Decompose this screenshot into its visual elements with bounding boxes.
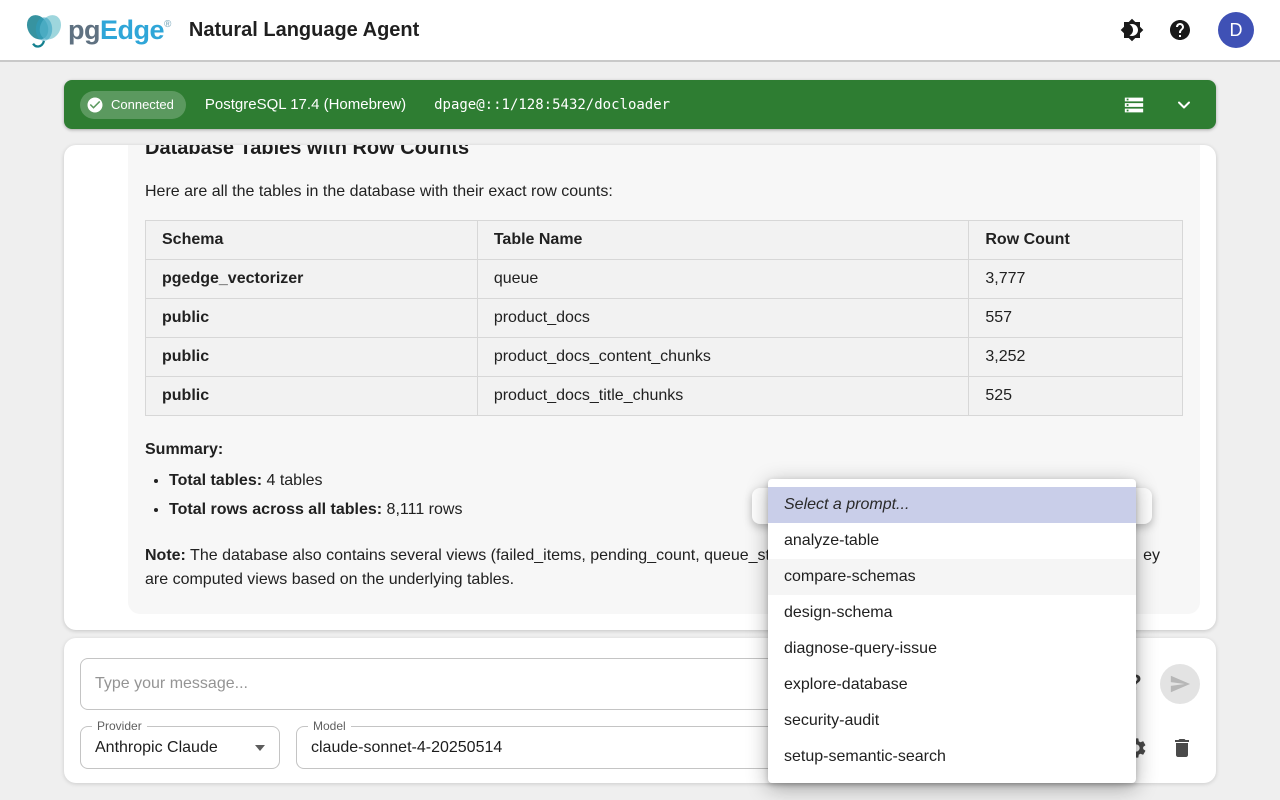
connection-bar: Connected PostgreSQL 17.4 (Homebrew) dpa… [64, 80, 1216, 129]
provider-label: Provider [92, 719, 147, 733]
theme-toggle-button[interactable] [1120, 18, 1144, 42]
app-header: pgEdge® Natural Language Agent D [0, 0, 1280, 62]
column-header: Row Count [969, 221, 1183, 260]
pgedge-logo: pgEdge® [22, 10, 171, 50]
connection-status-badge: Connected [80, 91, 186, 119]
check-circle-icon [86, 96, 104, 114]
table-row: public product_docs 557 [146, 299, 1183, 338]
server-version-text: PostgreSQL 17.4 (Homebrew) [205, 96, 406, 113]
menu-item-diagnose-query-issue[interactable]: diagnose-query-issue [768, 631, 1136, 667]
table-row: pgedge_vectorizer queue 3,777 [146, 260, 1183, 299]
table-name-cell: queue [477, 260, 969, 299]
row-count-cell: 525 [969, 377, 1183, 416]
model-label: Model [308, 719, 351, 733]
schema-cell: pgedge_vectorizer [146, 260, 478, 299]
menu-item-setup-semantic-search[interactable]: setup-semantic-search [768, 739, 1136, 775]
table-header-row: Schema Table Name Row Count [146, 221, 1183, 260]
message-input-placeholder: Type your message... [95, 675, 248, 693]
menu-item-compare-schemas[interactable]: compare-schemas [768, 559, 1136, 595]
row-count-cell: 3,777 [969, 260, 1183, 299]
table-name-cell: product_docs [477, 299, 969, 338]
trash-icon [1170, 736, 1194, 760]
row-count-cell: 3,252 [969, 338, 1183, 377]
connection-expand-button[interactable] [1172, 93, 1196, 117]
dark-mode-icon [1120, 18, 1144, 42]
menu-item-security-audit[interactable]: security-audit [768, 703, 1136, 739]
storage-icon [1123, 94, 1145, 116]
send-icon [1169, 673, 1191, 695]
model-value: claude-sonnet-4-20250514 [311, 739, 502, 757]
prompt-menu: Select a prompt... analyze-table compare… [768, 479, 1136, 783]
page-title: Natural Language Agent [189, 19, 419, 42]
clear-conversation-button[interactable] [1170, 736, 1194, 760]
provider-select[interactable]: Provider Anthropic Claude [80, 726, 280, 769]
user-avatar[interactable]: D [1218, 12, 1254, 48]
pgedge-logo-mark-icon [22, 10, 66, 50]
pgedge-logo-text: pgEdge® [68, 15, 171, 46]
table-row: public product_docs_content_chunks 3,252 [146, 338, 1183, 377]
connections-list-button[interactable] [1122, 93, 1146, 117]
row-counts-table: Schema Table Name Row Count pgedge_vecto… [145, 220, 1183, 416]
help-button[interactable] [1168, 18, 1192, 42]
menu-item-explore-database[interactable]: explore-database [768, 667, 1136, 703]
menu-item-analyze-table[interactable]: analyze-table [768, 523, 1136, 559]
column-header: Table Name [477, 221, 969, 260]
table-name-cell: product_docs_content_chunks [477, 338, 969, 377]
menu-item-placeholder[interactable]: Select a prompt... [768, 487, 1136, 523]
send-button[interactable] [1160, 664, 1200, 704]
connection-status-text: Connected [111, 97, 174, 112]
dropdown-arrow-icon [255, 745, 265, 751]
schema-cell: public [146, 299, 478, 338]
summary-heading: Summary: [145, 441, 1183, 459]
schema-cell: public [146, 377, 478, 416]
schema-cell: public [146, 338, 478, 377]
chevron-down-icon [1174, 95, 1194, 115]
help-icon [1168, 18, 1192, 42]
connection-string: dpage@::1/128:5432/docloader [434, 97, 670, 113]
menu-item-design-schema[interactable]: design-schema [768, 595, 1136, 631]
provider-value: Anthropic Claude [95, 739, 218, 757]
column-header: Schema [146, 221, 478, 260]
message-intro: Here are all the tables in the database … [145, 183, 1183, 201]
table-row: public product_docs_title_chunks 525 [146, 377, 1183, 416]
row-count-cell: 557 [969, 299, 1183, 338]
table-name-cell: product_docs_title_chunks [477, 377, 969, 416]
message-heading: Database Tables with Row Counts [145, 145, 1183, 160]
